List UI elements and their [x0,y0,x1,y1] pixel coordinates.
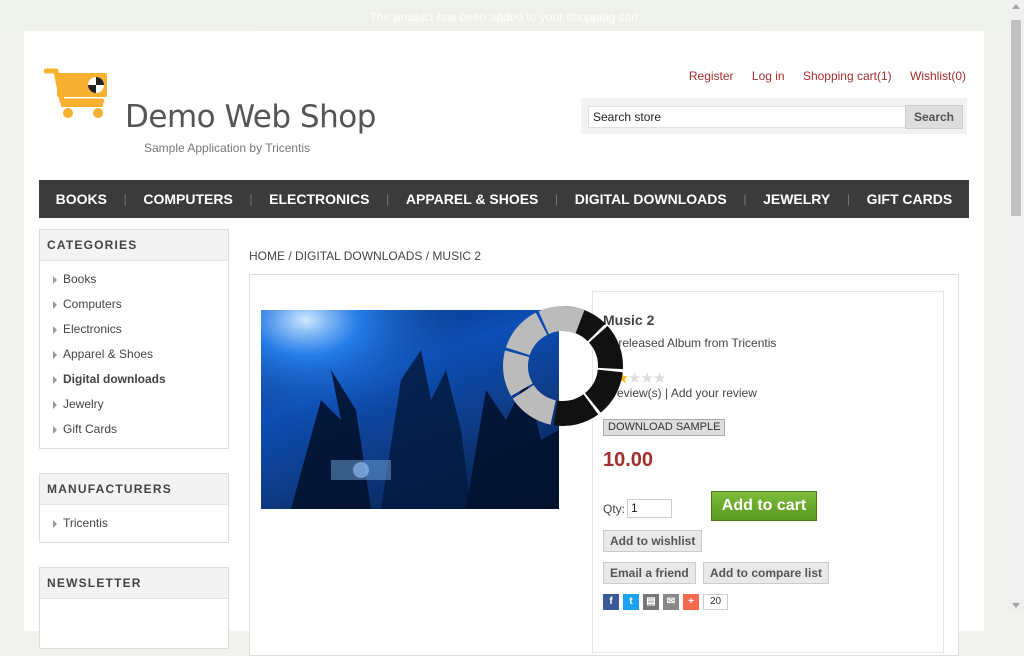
facebook-icon[interactable]: f [603,594,619,610]
menu-separator: | [743,192,747,206]
category-item-jewelry[interactable]: Jewelry [53,392,228,417]
review-links: 2 review(s) | Add your review [603,386,757,400]
product-price: 10.00 [603,449,654,471]
shop-subtitle: Sample Application by Tricentis [144,141,311,155]
quantity-input[interactable]: 1 [627,499,672,518]
breadcrumb-home[interactable]: HOME [249,249,285,263]
product-overview: Music 2 Unreleased Album from Tricentis … [592,291,944,653]
addthis-plus-icon[interactable]: + [683,594,699,610]
breadcrumb-digital-downloads[interactable]: DIGITAL DOWNLOADS [295,249,422,263]
add-to-cart-button[interactable]: Add to cart [711,491,817,521]
menu-item-digital-downloads[interactable]: DIGITAL DOWNLOADS [575,191,727,207]
share-count: 20 [703,594,729,610]
categories-block: CATEGORIES Books Computers Electronics A… [39,229,229,449]
search-input[interactable]: Search store [588,106,908,128]
qty-label: Qty: [603,502,626,516]
email-icon[interactable]: ✉ [663,594,679,610]
manufacturers-title: MANUFACTURERS [40,474,228,505]
breadcrumb-separator: / [288,249,292,263]
twitter-icon[interactable]: t [623,594,639,610]
print-icon[interactable]: ▤ [643,594,659,610]
vertical-scrollbar[interactable] [1008,0,1024,612]
product-short-description: Unreleased Album from Tricentis [603,336,777,350]
category-item-electronics[interactable]: Electronics [53,317,228,342]
category-item-computers[interactable]: Computers [53,292,228,317]
scroll-down-icon[interactable] [1012,603,1020,608]
category-item-books[interactable]: Books [53,267,228,292]
category-item-digital-downloads[interactable]: Digital downloads [53,367,228,392]
wishlist-link[interactable]: Wishlist(0) [910,69,966,83]
menu-item-apparel-shoes[interactable]: APPAREL & SHOES [406,191,539,207]
search-box: Search store Search [581,98,967,134]
menu-item-electronics[interactable]: ELECTRONICS [269,191,369,207]
shopping-cart-logo-icon [44,68,107,118]
loading-spinner-icon [503,306,623,426]
menu-item-computers[interactable]: COMPUTERS [143,191,232,207]
shop-name: Demo Web Shop [125,99,376,135]
menu-item-jewelry[interactable]: JEWELRY [763,191,830,207]
categories-title: CATEGORIES [40,230,228,261]
manufacturers-list: Tricentis [40,505,228,542]
category-item-gift-cards[interactable]: Gift Cards [53,417,228,442]
scroll-up-icon[interactable] [1012,4,1020,9]
menu-item-books[interactable]: BOOKS [56,191,107,207]
manufacturer-item-tricentis[interactable]: Tricentis [53,511,228,536]
breadcrumb: HOME / DIGITAL DOWNLOADS / MUSIC 2 [249,249,481,263]
add-to-compare-button[interactable]: Add to compare list [703,562,830,584]
add-review-link[interactable]: Add your review [671,386,757,400]
share-buttons: f t ▤ ✉ + 20 [603,594,729,610]
breadcrumb-separator: / [425,249,430,263]
top-menu: BOOKS | COMPUTERS | ELECTRONICS | APPARE… [39,180,969,218]
shopping-cart-link[interactable]: Shopping cart(1) [803,69,892,83]
success-notification-bar: The product has been added to your shopp… [0,0,1008,34]
star-icon: ★ [640,370,653,387]
newsletter-title: NEWSLETTER [40,568,228,599]
header-links: Register Log in Shopping cart(1) Wishlis… [674,69,966,83]
menu-separator: | [123,192,127,206]
breadcrumb-current: MUSIC 2 [432,249,482,263]
login-link[interactable]: Log in [752,69,785,83]
scrollbar-thumb[interactable] [1011,20,1021,216]
manufacturers-block: MANUFACTURERS Tricentis [39,473,229,543]
menu-separator: | [846,192,850,206]
search-button[interactable]: Search [905,105,963,129]
menu-separator: | [386,192,390,206]
add-to-wishlist-button[interactable]: Add to wishlist [603,530,703,552]
register-link[interactable]: Register [689,69,734,83]
menu-separator: | [249,192,253,206]
menu-item-gift-cards[interactable]: GIFT CARDS [867,191,953,207]
star-icon: ★ [627,370,641,387]
header-logo[interactable]: Demo Web Shop Sample Application by Tric… [44,67,376,155]
category-item-apparel-shoes[interactable]: Apparel & Shoes [53,342,228,367]
review-separator: | [665,386,669,400]
star-icon: ★ [652,370,666,387]
newsletter-block: NEWSLETTER [39,567,229,649]
notification-text: The product has been added to your shopp… [369,10,639,24]
email-friend-button[interactable]: Email a friend [603,562,696,584]
menu-separator: | [555,192,559,206]
categories-list: Books Computers Electronics Apparel & Sh… [40,261,228,448]
